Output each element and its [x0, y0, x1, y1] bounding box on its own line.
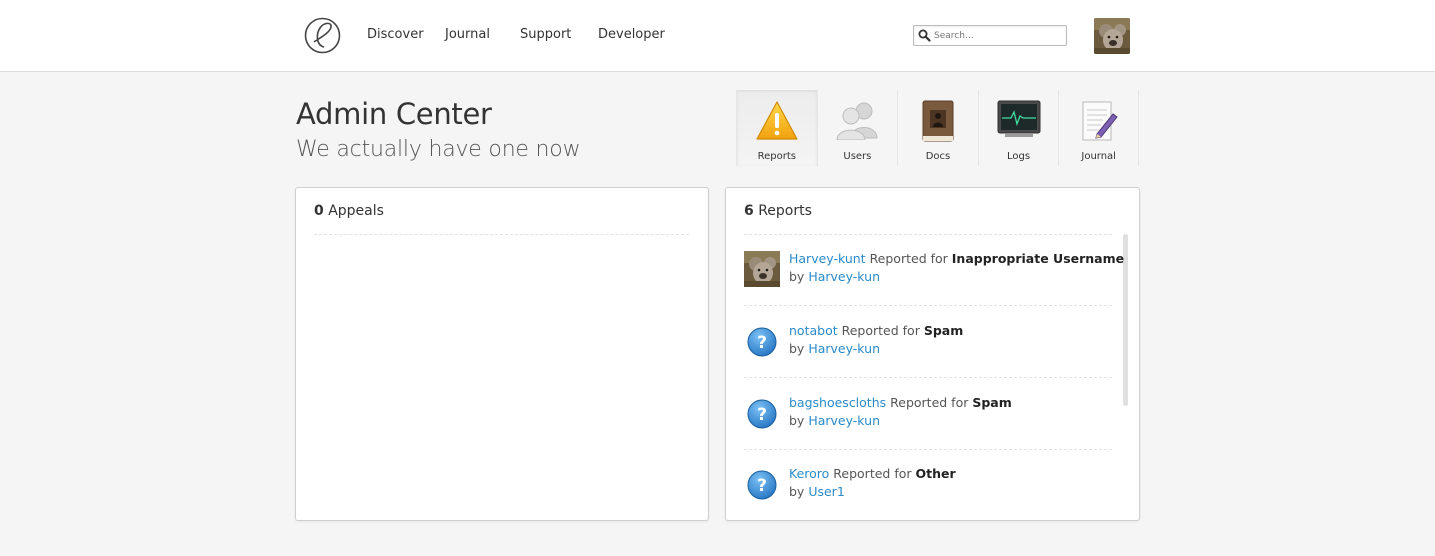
report-item[interactable]: Harvey-kunt Reported for Inappropriate U… — [744, 234, 1124, 306]
tab-journal[interactable]: Journal — [1058, 90, 1139, 166]
page-title: Admin Center — [296, 97, 492, 131]
tab-users-label: Users — [843, 151, 872, 162]
report-reason: Inappropriate Username — [951, 251, 1125, 266]
nav-developer[interactable]: Developer — [598, 27, 665, 42]
reporter-link[interactable]: Harvey-kun — [808, 341, 880, 356]
question-icon: ? — [747, 399, 777, 429]
report-summary: notabot Reported for Spam — [789, 323, 963, 338]
logs-monitor-icon — [997, 100, 1041, 137]
appeals-divider — [314, 234, 689, 235]
report-by-text: by — [789, 269, 805, 284]
koala-avatar-icon — [1094, 18, 1130, 54]
report-by-text: by — [789, 341, 805, 356]
top-nav-bar: Discover Journal Support Developer — [0, 0, 1435, 72]
appeals-panel: 0 Appeals — [295, 187, 709, 521]
report-summary: Harvey-kunt Reported for Inappropriate U… — [789, 251, 1124, 266]
reports-count: 6 — [744, 203, 754, 219]
appeals-count: 0 — [314, 203, 324, 219]
report-text: Reported for — [833, 466, 912, 481]
report-by: by User1 — [789, 484, 845, 499]
warning-icon — [756, 101, 798, 140]
users-icon — [836, 102, 878, 140]
report-item[interactable]: ? bagshoescloths Reported for Spam by Ha… — [744, 378, 1112, 450]
search-icon — [918, 29, 931, 42]
user-avatar[interactable] — [1094, 18, 1130, 54]
tab-reports-label: Reports — [757, 151, 796, 162]
appeals-label: Appeals — [328, 203, 384, 219]
search-input[interactable] — [934, 27, 1064, 44]
report-item[interactable]: ? notabot Reported for Spam by Harvey-ku… — [744, 306, 1112, 378]
report-summary: Keroro Reported for Other — [789, 466, 956, 481]
reports-panel: 6 Reports Harvey-kunt Reported for Inapp… — [725, 187, 1140, 521]
nav-support[interactable]: Support — [520, 27, 571, 42]
reporter-link[interactable]: Harvey-kun — [808, 269, 880, 284]
reported-user-link[interactable]: Keroro — [789, 466, 829, 481]
reporter-link[interactable]: User1 — [808, 484, 844, 499]
report-reason: Spam — [923, 323, 964, 338]
svg-text:?: ? — [757, 405, 767, 425]
tab-reports[interactable]: Reports — [736, 90, 817, 166]
reports-label: Reports — [758, 203, 812, 219]
reported-user-link[interactable]: notabot — [789, 323, 838, 338]
reports-heading: 6 Reports — [744, 203, 812, 219]
nav-discover[interactable]: Discover — [367, 27, 424, 42]
report-text: Reported for — [841, 323, 920, 338]
report-reason: Spam — [972, 395, 1012, 410]
question-icon: ? — [747, 327, 777, 357]
tab-docs-label: Docs — [925, 151, 951, 162]
report-text: Reported for — [869, 251, 948, 266]
reported-user-link[interactable]: Harvey-kunt — [789, 251, 866, 266]
report-by: by Harvey-kun — [789, 341, 880, 356]
elementary-logo-icon[interactable] — [304, 17, 341, 54]
svg-text:?: ? — [757, 476, 767, 496]
question-icon: ? — [747, 470, 777, 500]
report-reason: Other — [915, 466, 956, 481]
tab-logs-label: Logs — [1007, 151, 1031, 162]
search-box[interactable] — [913, 25, 1067, 46]
report-text: Reported for — [890, 395, 969, 410]
tab-users[interactable]: Users — [816, 90, 898, 166]
admin-tabs: Reports Users Docs Logs Journal — [736, 90, 1139, 166]
svg-text:?: ? — [757, 333, 767, 353]
report-by: by Harvey-kun — [789, 269, 880, 284]
report-summary: bagshoescloths Reported for Spam — [789, 395, 1012, 410]
tab-logs[interactable]: Logs — [977, 90, 1059, 166]
appeals-heading: 0 Appeals — [314, 203, 384, 219]
koala-avatar-icon — [744, 251, 780, 287]
reported-user-link[interactable]: bagshoescloths — [789, 395, 886, 410]
report-by: by Harvey-kun — [789, 413, 880, 428]
report-by-text: by — [789, 484, 805, 499]
journal-pencil-icon — [1082, 101, 1118, 141]
tab-journal-label: Journal — [1081, 151, 1116, 162]
nav-journal[interactable]: Journal — [445, 27, 490, 42]
report-by-text: by — [789, 413, 805, 428]
page-subtitle: We actually have one now — [296, 137, 581, 162]
tab-docs[interactable]: Docs — [897, 90, 978, 166]
reporter-link[interactable]: Harvey-kun — [808, 413, 880, 428]
report-item[interactable]: ? Keroro Reported for Other by User1 — [744, 449, 1112, 520]
docs-book-icon — [922, 100, 954, 142]
